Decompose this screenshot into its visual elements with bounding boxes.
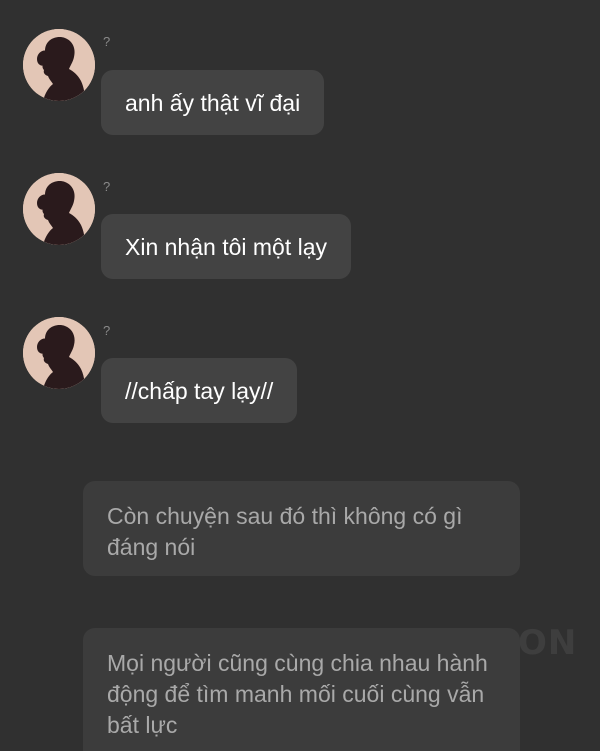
- narration-bubble: Còn chuyện sau đó thì không có gì đáng n…: [83, 481, 520, 576]
- silhouette-icon: [23, 173, 95, 245]
- message-bubble: anh ấy thật vĩ đại: [101, 70, 325, 135]
- sender-name: ?: [103, 34, 111, 49]
- sender-name: ?: [103, 179, 111, 194]
- message-bubble: Xin nhận tôi một lạy: [101, 214, 352, 279]
- message-bubble: //chấp tay lạy//: [101, 358, 298, 423]
- avatar[interactable]: [23, 317, 95, 389]
- avatar[interactable]: [23, 29, 95, 101]
- narration-bubble: Mọi người cũng cùng chia nhau hành động …: [83, 628, 520, 751]
- watermark: ON: [518, 623, 578, 663]
- silhouette-icon: [23, 317, 95, 389]
- sender-name: ?: [103, 323, 111, 338]
- avatar[interactable]: [23, 173, 95, 245]
- chat-screen: ? anh ấy thật vĩ đại ? Xin nhận tôi một …: [0, 0, 600, 751]
- silhouette-icon: [23, 29, 95, 101]
